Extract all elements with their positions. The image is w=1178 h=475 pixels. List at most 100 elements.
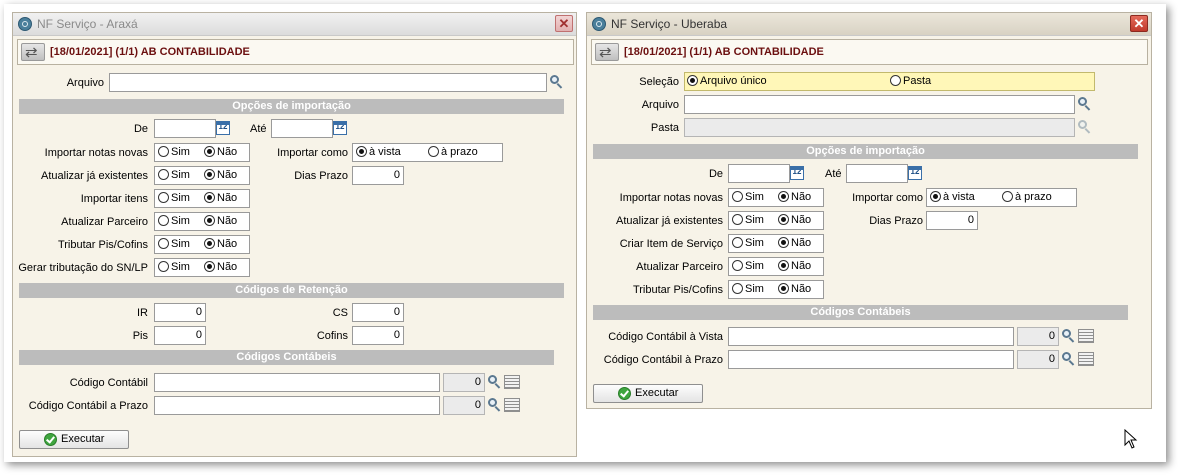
radio-button[interactable] xyxy=(204,192,215,203)
radio-button[interactable] xyxy=(930,191,941,202)
codigo-prazo-input[interactable] xyxy=(728,350,1014,369)
cofins-input[interactable]: 0 xyxy=(352,326,404,345)
radio-sim[interactable]: Sim xyxy=(158,146,190,159)
radio-sim[interactable]: Sim xyxy=(158,192,190,205)
radio-nao[interactable]: Não xyxy=(778,191,811,204)
search-icon[interactable] xyxy=(549,74,565,90)
radio-a-prazo[interactable]: à prazo xyxy=(428,146,478,159)
radio-a-prazo[interactable]: à prazo xyxy=(1002,191,1052,204)
codigo-contabil-input[interactable] xyxy=(154,373,440,392)
radio-a-vista[interactable]: à vista xyxy=(930,191,975,204)
radio-nao[interactable]: Não xyxy=(204,261,237,274)
cs-input[interactable]: 0 xyxy=(352,303,404,322)
radio-button[interactable] xyxy=(890,75,901,86)
ir-input[interactable]: 0 xyxy=(154,303,206,322)
calendar-icon[interactable]: 12 xyxy=(908,166,922,180)
list-icon[interactable] xyxy=(504,375,520,389)
radio-sim[interactable]: Sim xyxy=(732,260,764,273)
search-icon[interactable] xyxy=(1061,351,1077,367)
radio-button[interactable] xyxy=(204,146,215,157)
search-icon[interactable] xyxy=(487,374,503,390)
search-icon[interactable] xyxy=(1061,328,1077,344)
list-icon[interactable] xyxy=(504,398,520,412)
executar-button[interactable]: Executar xyxy=(19,430,129,449)
search-icon[interactable] xyxy=(1077,96,1093,112)
radio-sim[interactable]: Sim xyxy=(732,237,764,250)
de-date-input[interactable] xyxy=(728,164,790,183)
arquivo-input[interactable] xyxy=(684,95,1075,114)
arquivo-label: Arquivo xyxy=(66,77,104,89)
radio-nao[interactable]: Não xyxy=(778,260,811,273)
radio-button[interactable] xyxy=(204,169,215,180)
radio-arquivo-unico[interactable]: Arquivo único xyxy=(687,75,767,88)
title-bar[interactable]: NF Serviço - Araxá ✕ xyxy=(13,13,576,36)
radio-button[interactable] xyxy=(158,215,169,226)
radio-nao[interactable]: Não xyxy=(778,283,811,296)
list-icon[interactable] xyxy=(1078,352,1094,366)
radio-button[interactable] xyxy=(204,261,215,272)
title-bar[interactable]: NF Serviço - Uberaba ✕ xyxy=(587,13,1151,36)
radio-button[interactable] xyxy=(732,260,743,271)
radio-button[interactable] xyxy=(1002,191,1013,202)
radio-pasta[interactable]: Pasta xyxy=(890,75,931,88)
radio-sim[interactable]: Sim xyxy=(158,261,190,274)
pasta-input xyxy=(684,118,1075,137)
close-button[interactable]: ✕ xyxy=(555,15,573,32)
radio-button[interactable] xyxy=(158,261,169,272)
ate-date-input[interactable] xyxy=(846,164,908,183)
radio-button[interactable] xyxy=(356,146,367,157)
radio-button[interactable] xyxy=(778,237,789,248)
radio-nao[interactable]: Não xyxy=(204,169,237,182)
codigo-contabil-prazo-input[interactable] xyxy=(154,396,440,415)
close-button[interactable]: ✕ xyxy=(1130,15,1148,32)
de-date-input[interactable] xyxy=(154,119,216,138)
radio-button[interactable] xyxy=(732,214,743,225)
radio-sim[interactable]: Sim xyxy=(158,169,190,182)
radio-button[interactable] xyxy=(732,237,743,248)
radio-a-vista[interactable]: à vista xyxy=(356,146,401,159)
dias-prazo-input[interactable]: 0 xyxy=(926,211,978,230)
radio-nao[interactable]: Não xyxy=(204,192,237,205)
row-label: Criar Item de Serviço xyxy=(619,238,723,250)
radio-button[interactable] xyxy=(158,238,169,249)
codigo-vista-input[interactable] xyxy=(728,327,1014,346)
radio-nao[interactable]: Não xyxy=(778,214,811,227)
list-icon[interactable] xyxy=(1078,329,1094,343)
dias-prazo-input[interactable]: 0 xyxy=(352,166,404,185)
radio-button[interactable] xyxy=(732,191,743,202)
header-company: [18/01/2021] (1/1) AB CONTABILIDADE xyxy=(50,46,250,58)
radio-button[interactable] xyxy=(158,192,169,203)
radio-button[interactable] xyxy=(778,191,789,202)
radio-button[interactable] xyxy=(778,283,789,294)
radio-button[interactable] xyxy=(158,169,169,180)
radio-button[interactable] xyxy=(778,214,789,225)
radio-button[interactable] xyxy=(204,238,215,249)
executar-button[interactable]: Executar xyxy=(593,384,703,403)
swap-arrows-icon[interactable] xyxy=(21,43,45,61)
radio-nao[interactable]: Não xyxy=(204,146,237,159)
radio-nao[interactable]: Não xyxy=(204,238,237,251)
radio-button[interactable] xyxy=(428,146,439,157)
radio-sim[interactable]: Sim xyxy=(732,214,764,227)
radio-sim[interactable]: Sim xyxy=(158,238,190,251)
radio-sim[interactable]: Sim xyxy=(732,283,764,296)
radio-button[interactable] xyxy=(204,215,215,226)
calendar-icon[interactable]: 12 xyxy=(790,166,804,180)
radio-button[interactable] xyxy=(778,260,789,271)
arquivo-input[interactable] xyxy=(109,73,547,92)
search-icon[interactable] xyxy=(487,397,503,413)
ate-date-input[interactable] xyxy=(271,119,333,138)
radio-sim[interactable]: Sim xyxy=(732,191,764,204)
radio-a-vista-label: à vista xyxy=(943,191,975,203)
radio-nao[interactable]: Não xyxy=(204,215,237,228)
calendar-icon[interactable]: 12 xyxy=(333,121,347,135)
radio-sim[interactable]: Sim xyxy=(158,215,190,228)
radio-group-importar-como: à vista à prazo xyxy=(352,143,503,162)
radio-button[interactable] xyxy=(732,283,743,294)
radio-nao[interactable]: Não xyxy=(778,237,811,250)
calendar-icon[interactable]: 12 xyxy=(216,121,230,135)
radio-button[interactable] xyxy=(687,75,698,86)
pis-input[interactable]: 0 xyxy=(154,326,206,345)
swap-arrows-icon[interactable] xyxy=(595,43,619,61)
radio-button[interactable] xyxy=(158,146,169,157)
